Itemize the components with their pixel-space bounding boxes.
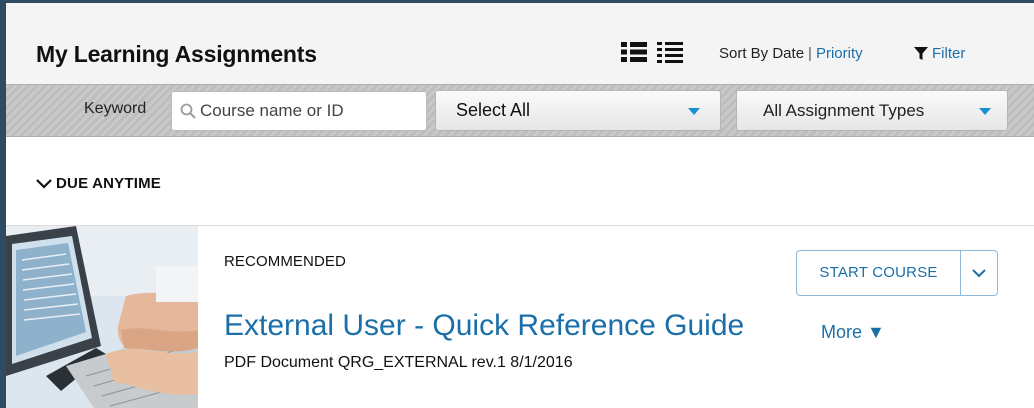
assignment-type-value: All Assignment Types — [763, 100, 925, 120]
assignment-type-select[interactable]: All Assignment Types — [736, 90, 1008, 131]
filter-icon — [914, 46, 928, 60]
filter-bar: Keyword Select All All Assignment Types — [6, 84, 1034, 137]
section-title: DUE ANYTIME — [56, 175, 161, 192]
sort-by-date-link[interactable]: Sort By Date — [719, 45, 804, 62]
caret-down-icon — [688, 108, 700, 115]
caret-down-icon — [979, 108, 991, 115]
keyword-field — [171, 91, 427, 131]
sort-controls: Sort By Date | Priority — [719, 45, 863, 62]
list-view-icon[interactable] — [621, 41, 647, 63]
page-title: My Learning Assignments — [36, 41, 317, 67]
sort-by-priority-link[interactable]: Priority — [816, 45, 863, 62]
filter-label: Filter — [932, 45, 966, 62]
start-course-label: START COURSE — [797, 251, 961, 295]
chevron-down-icon — [972, 268, 986, 277]
chevron-down-icon — [36, 178, 52, 189]
view-toggle-group — [621, 41, 683, 65]
start-course-button[interactable]: START COURSE — [796, 250, 998, 296]
section-toggle-due-anytime[interactable]: DUE ANYTIME — [36, 175, 161, 192]
course-tag: RECOMMENDED — [224, 253, 346, 270]
status-select-value: Select All — [456, 100, 531, 120]
status-select[interactable]: Select All — [435, 90, 721, 131]
start-course-menu-button[interactable] — [961, 251, 997, 295]
more-link[interactable]: More ▼ — [821, 322, 885, 343]
keyword-label: Keyword — [84, 100, 147, 117]
course-meta: PDF Document QRG_EXTERNAL rev.1 8/1/2016 — [224, 354, 573, 371]
keyword-input[interactable] — [200, 101, 420, 121]
search-icon — [180, 103, 196, 119]
course-title-link[interactable]: External User - Quick Reference Guide — [224, 309, 744, 343]
app-frame: My Learning Assignments Sort By Date | Pri… — [0, 0, 1034, 408]
course-thumbnail — [6, 226, 198, 408]
sort-separator: | — [808, 45, 812, 62]
filter-button[interactable]: Filter — [914, 45, 965, 62]
more-label: More ▼ — [821, 322, 885, 342]
detail-view-icon[interactable] — [657, 41, 683, 63]
